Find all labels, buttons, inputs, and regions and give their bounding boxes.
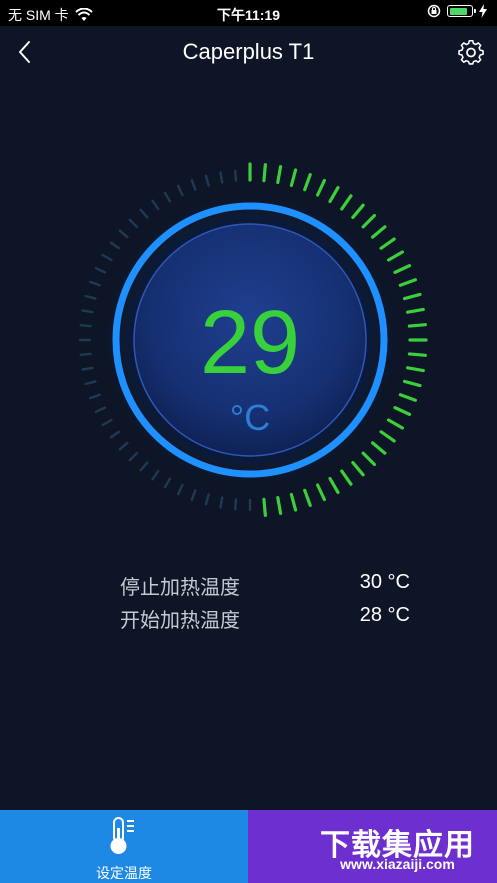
status-bar: 无 SIM 卡 下午11:19 — [0, 0, 497, 26]
gauge-tick — [379, 237, 396, 250]
gauge-tick — [118, 229, 129, 239]
start-heating-row: 开始加热温度 28 °C — [120, 604, 410, 634]
gauge-tick — [351, 460, 365, 477]
gauge-tick — [204, 174, 210, 187]
gauge-tick — [139, 461, 149, 472]
orientation-lock-icon — [427, 4, 441, 18]
gauge-tick — [328, 185, 340, 204]
gauge-tick — [176, 483, 184, 496]
gauge-tick — [219, 496, 224, 509]
gauge-tick — [340, 469, 353, 486]
start-heating-value: 28 °C — [359, 604, 410, 626]
gauge-tick — [361, 213, 377, 229]
gauge-tick — [262, 497, 267, 517]
gauge-tick — [163, 477, 172, 489]
gauge-tick — [262, 163, 267, 183]
gauge-tick — [109, 241, 121, 250]
gauge-tick — [128, 218, 139, 229]
thermometer-icon — [110, 817, 134, 854]
watermark-url-text: www.xiazaiji.com — [340, 856, 455, 872]
app-screen: 无 SIM 卡 下午11:19 Caperplus T1 29 °C 停止加热温… — [0, 0, 497, 883]
watermark-logo: 下载集应用 www.xiazaiji.com — [298, 812, 497, 883]
stop-heating-label: 停止加热温度 — [120, 577, 240, 599]
charging-icon — [479, 4, 487, 18]
page-title: Caperplus T1 — [182, 39, 315, 64]
gauge-tick — [204, 493, 210, 506]
tab-set-temperature-label: 设定温度 — [96, 865, 152, 881]
gauge-tick — [386, 250, 405, 262]
gauge-tick — [163, 191, 172, 203]
start-heating-label: 开始加热温度 — [120, 610, 240, 632]
gauge-tick — [89, 393, 101, 400]
status-time: 下午11:19 — [216, 7, 281, 23]
gauge-tick — [151, 469, 160, 481]
gauge-tick — [328, 476, 340, 495]
gauge-tick — [370, 441, 387, 455]
gauge-tick — [351, 203, 365, 220]
gauge-tick — [94, 266, 107, 274]
gauge-tick — [316, 178, 326, 197]
gauge-tick — [361, 451, 377, 467]
gauge-tick — [398, 278, 417, 287]
gauge-tick — [89, 280, 101, 287]
gauge-tick — [289, 492, 298, 512]
gear-icon[interactable] — [457, 38, 485, 66]
gauge-tick — [151, 199, 160, 211]
gauge-tick — [340, 194, 353, 211]
gauge-tick — [303, 488, 312, 507]
gauge-tick — [370, 225, 387, 239]
battery-fill — [449, 7, 467, 15]
nav-bar: Caperplus T1 — [0, 26, 497, 78]
gauge-tick — [101, 253, 113, 262]
gauge-tick — [233, 498, 238, 511]
temperature-value: 29 — [199, 293, 301, 393]
gauge-tick — [393, 264, 412, 274]
gauge-tick — [303, 173, 312, 192]
temperature-gauge: 29 °C — [58, 148, 442, 532]
battery-icon — [447, 5, 476, 17]
stop-heating-value: 30 °C — [359, 571, 410, 593]
gauge-tick — [190, 489, 197, 501]
gauge-tick — [139, 208, 149, 219]
status-right — [427, 4, 487, 18]
gauge-tick — [219, 171, 224, 184]
gauge-tick — [190, 179, 197, 191]
gauge-tick — [176, 184, 184, 197]
gauge-tick — [316, 483, 326, 502]
tab-set-temperature[interactable]: 设定温度 — [0, 810, 248, 883]
gauge-tick — [276, 495, 283, 515]
gauge-tick — [118, 441, 129, 451]
temperature-unit: °C — [229, 397, 271, 438]
stop-heating-row: 停止加热温度 30 °C — [120, 571, 410, 601]
gauge-tick — [289, 168, 298, 188]
gauge-tick — [233, 169, 238, 182]
gauge-tick — [128, 451, 139, 462]
gauge-tick — [276, 165, 283, 185]
